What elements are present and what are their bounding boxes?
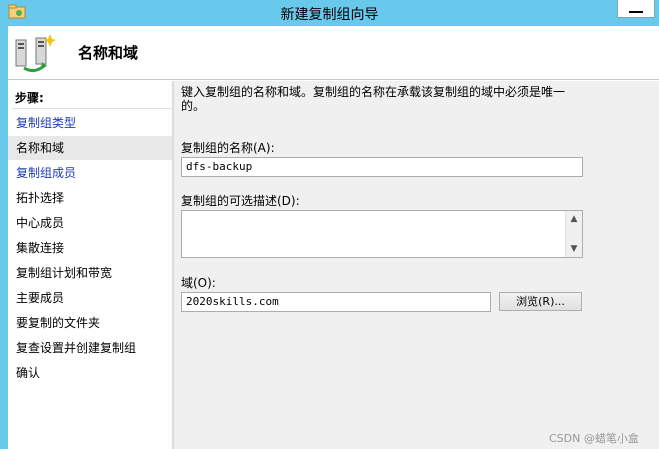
window-frame-left	[0, 26, 8, 449]
description-scrollbar[interactable]: ▲ ▼	[565, 211, 582, 257]
domain-input[interactable]: 2020skills.com	[181, 292, 491, 312]
intro-text: 键入复制组的名称和域。复制组的名称在承载该复制组的域中必须是唯一的。	[181, 85, 566, 113]
step-review-create: 复查设置并创建复制组	[16, 341, 137, 355]
scroll-up-icon[interactable]: ▲	[566, 212, 582, 226]
wizard-header: 名称和域	[8, 26, 659, 80]
page-title: 名称和域	[78, 44, 139, 62]
step-hub-spoke-connections: 集散连接	[16, 241, 65, 255]
group-name-input[interactable]: dfs-backup	[181, 157, 583, 177]
window-titlebar[interactable]: 新建复制组向导	[0, 0, 659, 26]
steps-panel: 步骤: 复制组类型 名称和域 复制组成员 拓扑选择 中心成员 集散连接 复制组计…	[8, 81, 172, 449]
steps-divider	[12, 108, 172, 109]
minimize-icon	[629, 11, 643, 13]
step-name-domain: 名称和域	[8, 136, 172, 160]
step-primary-member: 主要成员	[16, 291, 65, 305]
description-textarea[interactable]: ▲ ▼	[181, 210, 583, 258]
steps-title: 步骤:	[15, 91, 44, 105]
replication-group-icon	[15, 34, 56, 73]
window-title: 新建复制组向导	[280, 7, 379, 23]
step-hub-members: 中心成员	[16, 216, 65, 230]
main-panel: 键入复制组的名称和域。复制组的名称在承载该复制组的域中必须是唯一的。 复制组的名…	[174, 81, 659, 449]
step-members[interactable]: 复制组成员	[8, 161, 172, 185]
browse-button[interactable]: 浏览(R)...	[499, 292, 582, 311]
name-label: 复制组的名称(A):	[181, 141, 275, 155]
watermark: CSDN @蜡笔小盒	[549, 432, 639, 445]
step-schedule-bandwidth: 复制组计划和带宽	[16, 266, 113, 280]
step-topology: 拓扑选择	[16, 191, 65, 205]
step-confirmation: 确认	[16, 366, 41, 380]
description-label: 复制组的可选描述(D):	[181, 194, 300, 208]
scroll-down-icon[interactable]: ▼	[566, 242, 582, 256]
step-replication-type[interactable]: 复制组类型	[8, 111, 172, 135]
minimize-button[interactable]	[617, 0, 655, 18]
step-folders: 要复制的文件夹	[16, 316, 101, 330]
domain-label: 域(O):	[181, 276, 216, 290]
